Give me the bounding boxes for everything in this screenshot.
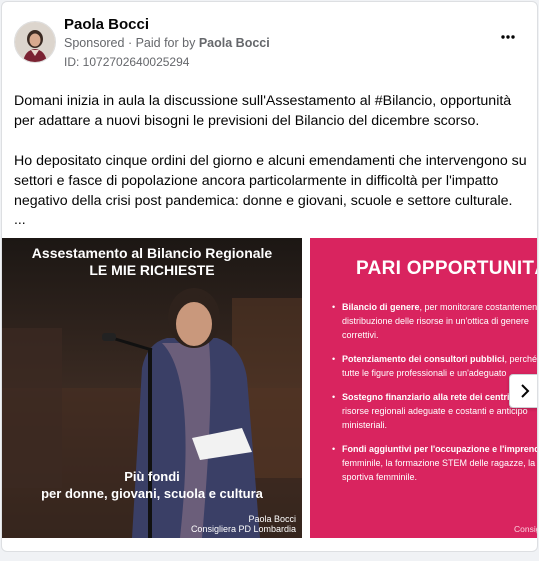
more-options-button[interactable] [501,28,515,39]
slide-caption: Più fondi per donne, giovani, scuola e c… [41,469,263,501]
slide-footer: Consiglio [514,524,537,534]
post-paragraph: Ho depositato cinque ordini del giorno e… [14,153,527,209]
see-more-ellipsis[interactable]: ... [14,211,26,227]
ad-card: Paola Bocci Sponsored · Paid for by Paol… [1,1,538,552]
carousel-next-button[interactable] [509,374,537,408]
bullet-item: Fondi aggiuntivi per l'occupazione e l'i… [330,442,537,484]
sponsored-label: Sponsored [64,36,125,50]
paid-for-prefix: Paid for by [135,36,196,50]
more-horizontal-icon [501,35,515,39]
sponsored-line: Sponsored · Paid for by Paola Bocci [64,36,270,50]
ad-id: ID: 1072702640025294 [64,55,190,69]
bullet-item: Bilancio di genere, per monitorare costa… [330,300,537,342]
carousel-slide-1[interactable]: Assestamento al Bilancio Regionale LE MI… [2,238,302,538]
slide-signature: Paola Bocci Consigliera PD Lombardia [190,514,296,534]
author-avatar[interactable] [14,21,56,63]
post-paragraph: Domani inizia in aula la discussione sul… [14,93,512,129]
slide-title: Assestamento al Bilancio Regionale LE MI… [31,245,273,278]
slide-title: PARI OPPORTUNITÀ [356,258,538,279]
carousel-slide-2[interactable]: PARI OPPORTUNITÀ Bilancio di genere, per… [310,238,538,538]
chevron-right-icon [521,384,530,398]
paid-for-name[interactable]: Paola Bocci [199,36,270,50]
slide-bullet-list: Bilancio di genere, per monitorare costa… [330,300,537,494]
bullet-item: Sostegno finanziario alla rete dei centr… [330,390,537,432]
post-text: Domani inizia in aula la discussione sul… [14,91,529,231]
bullet-item: Potenziamento dei consultori pubblici, p… [330,352,537,380]
author-name[interactable]: Paola Bocci [64,16,149,33]
media-carousel: Assestamento al Bilancio Regionale LE MI… [2,238,538,538]
